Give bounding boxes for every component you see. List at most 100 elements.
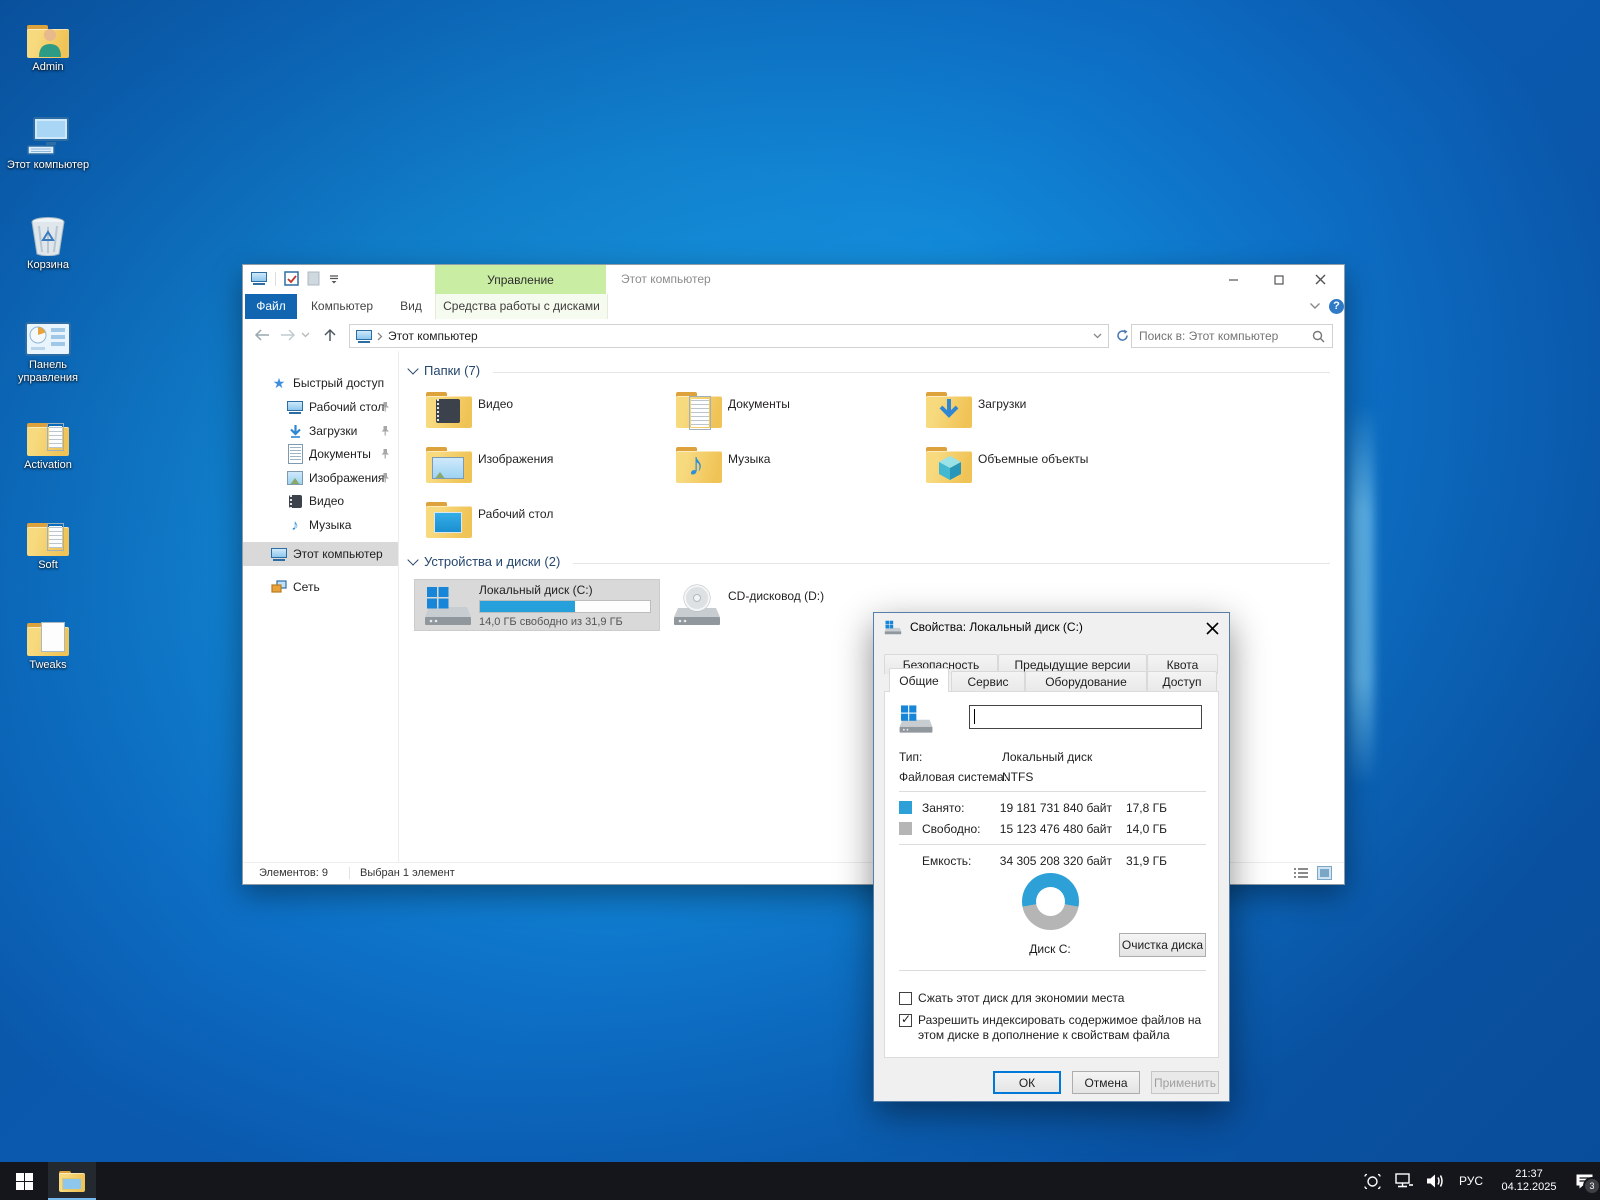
folder-tile-pictures[interactable]: Изображения: [414, 444, 660, 494]
sidebar-item-this-pc[interactable]: Этот компьютер: [243, 542, 398, 566]
tab-drive-tools[interactable]: Средства работы с дисками: [435, 294, 608, 319]
picture-icon: [432, 457, 464, 479]
volume-label-input[interactable]: [969, 705, 1202, 729]
search-placeholder: Поиск в: Этот компьютер: [1139, 329, 1278, 343]
search-box[interactable]: Поиск в: Этот компьютер: [1131, 324, 1333, 348]
contextual-tab-header[interactable]: Управление: [435, 265, 606, 294]
maximize-button[interactable]: [1256, 265, 1302, 294]
sidebar-item-downloads[interactable]: Загрузки: [243, 420, 398, 442]
address-dropdown-icon[interactable]: [1093, 333, 1102, 339]
dialog-titlebar[interactable]: Свойства: Локальный диск (C:): [874, 613, 1229, 641]
network-tray-icon[interactable]: [1394, 1173, 1413, 1189]
desktop-icon-tweaks[interactable]: Tweaks: [4, 612, 92, 672]
hard-drive-icon: [898, 704, 934, 734]
folder-tile-music[interactable]: ♪ Музыка: [664, 444, 910, 494]
start-button[interactable]: [0, 1162, 48, 1200]
tab-hardware[interactable]: Оборудование: [1025, 671, 1147, 691]
desktop-icon-recycle-bin[interactable]: Корзина: [4, 212, 92, 272]
document-icon: [689, 396, 711, 430]
folder-tile-downloads[interactable]: Загрузки: [914, 389, 1160, 439]
download-arrow-icon: [287, 423, 303, 439]
close-button[interactable]: [1298, 265, 1343, 294]
new-folder-qat-icon[interactable]: [307, 271, 320, 286]
forward-button[interactable]: [279, 326, 297, 344]
tab-sharing[interactable]: Доступ: [1147, 671, 1217, 691]
music-note-icon: ♪: [287, 517, 303, 533]
devices-section-header[interactable]: Устройства и диски (2): [409, 554, 560, 569]
time: 21:37: [1515, 1168, 1543, 1180]
tab-view[interactable]: Вид: [393, 294, 429, 319]
ok-button[interactable]: ОК: [993, 1071, 1061, 1094]
compress-checkbox[interactable]: ✓: [899, 992, 912, 1005]
sidebar-item-videos[interactable]: Видео: [243, 490, 398, 512]
folder-tile-documents[interactable]: Документы: [664, 389, 910, 439]
dialog-close-button[interactable]: [1203, 619, 1221, 637]
desktop-icon-soft[interactable]: Soft: [4, 512, 92, 572]
windows-logo-icon: [16, 1173, 33, 1190]
selection-count: Выбран 1 элемент: [349, 867, 455, 879]
properties-qat-icon[interactable]: [284, 271, 299, 286]
folder-tile-3d-objects[interactable]: Объемные объекты: [914, 444, 1160, 494]
pin-icon: [380, 448, 390, 459]
sidebar-item-network[interactable]: Сеть: [243, 576, 398, 598]
up-button[interactable]: [321, 326, 339, 344]
system-tray: РУС 21:37 04.12.2025 3: [1364, 1162, 1594, 1200]
sidebar-item-music[interactable]: ♪ Музыка: [243, 514, 398, 536]
tab-file[interactable]: Файл: [245, 294, 297, 319]
free-legend-swatch: [899, 822, 912, 835]
address-bar[interactable]: Этот компьютер: [349, 324, 1109, 348]
language-indicator[interactable]: РУС: [1459, 1174, 1483, 1188]
search-icon[interactable]: [1312, 330, 1325, 343]
collapse-chevron-icon[interactable]: [407, 363, 418, 374]
folder-tile-desktop[interactable]: Рабочий стол: [414, 499, 660, 549]
sidebar-item-documents[interactable]: Документы: [243, 443, 398, 465]
this-pc-icon: [271, 546, 287, 562]
this-pc-icon: [356, 330, 372, 343]
action-center-button[interactable]: 3: [1575, 1173, 1594, 1190]
details-view-icon[interactable]: [1294, 867, 1308, 879]
window-title: Этот компьютер: [621, 272, 711, 286]
navigation-pane: ★ Быстрый доступ Рабочий стол Загрузки Д…: [243, 351, 399, 863]
apply-button[interactable]: Применить: [1151, 1071, 1219, 1094]
pin-icon: [380, 425, 390, 436]
desktop-icon-label: Этот компьютер: [4, 159, 92, 172]
index-checkbox[interactable]: ✓: [899, 1014, 912, 1027]
drive-usage-fill: [480, 601, 575, 612]
desktop-icon-admin[interactable]: Admin: [4, 14, 92, 74]
folders-section-header[interactable]: Папки (7): [409, 363, 480, 378]
explorer-titlebar[interactable]: Управление Этот компьютер: [243, 265, 1344, 294]
large-icons-view-icon[interactable]: [1317, 866, 1332, 880]
back-button[interactable]: [253, 326, 271, 344]
sidebar-item-quick-access[interactable]: ★ Быстрый доступ: [243, 372, 398, 394]
tab-computer[interactable]: Компьютер: [309, 294, 375, 319]
taskbar-clock[interactable]: 21:37 04.12.2025: [1496, 1168, 1562, 1194]
desktop-icon-label: Soft: [4, 559, 92, 572]
sidebar-item-pictures[interactable]: Изображения: [243, 467, 398, 489]
desktop-icon-control-panel[interactable]: Панель управления: [4, 312, 92, 385]
help-icon[interactable]: ?: [1329, 299, 1344, 314]
quick-access-toolbar: [251, 271, 340, 286]
desktop-icon-activation[interactable]: Activation: [4, 412, 92, 472]
recent-locations-dropdown-icon[interactable]: [299, 326, 311, 344]
type-row: Тип: Локальный диск: [899, 750, 1204, 766]
collapse-chevron-icon[interactable]: [407, 554, 418, 565]
desktop-icon-this-pc[interactable]: Этот компьютер: [4, 112, 92, 172]
customize-qat-dropdown-icon[interactable]: [328, 274, 340, 284]
taskbar: РУС 21:37 04.12.2025 3: [0, 1162, 1600, 1200]
minimize-button[interactable]: [1210, 265, 1256, 294]
vm-tools-tray-icon[interactable]: [1364, 1173, 1381, 1190]
tab-tools[interactable]: Сервис: [951, 671, 1025, 691]
volume-tray-icon[interactable]: [1426, 1173, 1446, 1189]
folder-tile-videos[interactable]: Видео: [414, 389, 660, 439]
film-icon: [436, 399, 460, 423]
tab-general[interactable]: Общие: [889, 668, 949, 692]
ribbon-collapse-chevron-icon[interactable]: [1309, 302, 1321, 310]
drive-c-tile[interactable]: Локальный диск (C:) 14,0 ГБ свободно из …: [414, 579, 660, 631]
taskbar-file-explorer-button[interactable]: [48, 1162, 96, 1200]
sidebar-item-desktop[interactable]: Рабочий стол: [243, 396, 398, 418]
disk-cleanup-button[interactable]: Очистка диска: [1119, 933, 1206, 957]
user-folder-icon: [27, 25, 69, 58]
cancel-button[interactable]: Отмена: [1072, 1071, 1140, 1094]
hard-drive-icon: [884, 620, 902, 635]
refresh-button[interactable]: [1113, 326, 1131, 344]
